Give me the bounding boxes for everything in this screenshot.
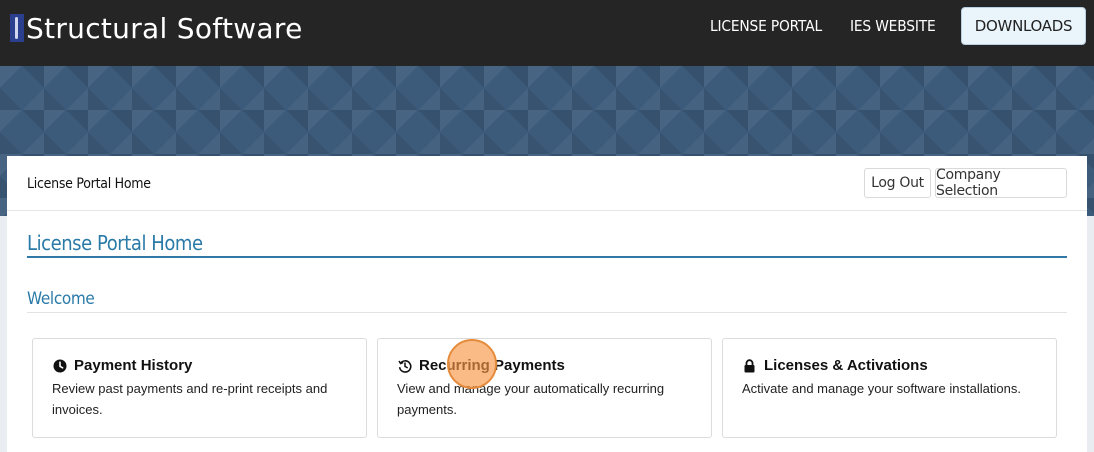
brand-logo[interactable]: Structural Software bbox=[10, 11, 303, 45]
history-icon bbox=[397, 358, 412, 373]
nav-license-portal[interactable]: LICENSE PORTAL bbox=[710, 17, 822, 35]
clock-icon bbox=[52, 358, 67, 373]
logout-button[interactable]: Log Out bbox=[864, 168, 931, 198]
page-title: License Portal Home bbox=[27, 231, 203, 255]
breadcrumb: License Portal Home bbox=[27, 176, 151, 192]
brand-name: Structural Software bbox=[26, 11, 303, 45]
tile-licenses-activations[interactable]: Licenses & Activations Activate and mana… bbox=[722, 338, 1057, 438]
welcome-heading: Welcome bbox=[27, 289, 95, 309]
tile-title: Licenses & Activations bbox=[764, 357, 928, 374]
company-selection-button[interactable]: Company Selection bbox=[935, 167, 1067, 199]
top-navbar: Structural Software LICENSE PORTAL IES W… bbox=[0, 0, 1094, 66]
tile-title: Payment History bbox=[74, 357, 193, 374]
tile-header: Licenses & Activations bbox=[742, 357, 1037, 374]
tile-payment-history[interactable]: Payment History Review past payments and… bbox=[32, 338, 367, 438]
tile-description: Review past payments and re-print receip… bbox=[52, 381, 328, 417]
nav-ies-website[interactable]: IES WEBSITE bbox=[850, 17, 936, 35]
tile-header: Payment History bbox=[52, 357, 347, 374]
tile-recurring-payments[interactable]: Recurring Payments View and manage your … bbox=[377, 338, 712, 438]
tile-header: Recurring Payments bbox=[397, 357, 692, 374]
integral-logo-icon bbox=[10, 14, 24, 42]
tile-description: View and manage your automatically recur… bbox=[397, 381, 665, 417]
content-panel: License Portal Home Log Out Company Sele… bbox=[7, 156, 1087, 452]
title-divider bbox=[27, 256, 1067, 258]
welcome-divider bbox=[27, 312, 1067, 313]
downloads-button[interactable]: DOWNLOADS bbox=[961, 7, 1086, 45]
panel-header: License Portal Home Log Out Company Sele… bbox=[7, 156, 1087, 211]
tile-description: Activate and manage your software instal… bbox=[742, 381, 1021, 396]
click-indicator bbox=[447, 339, 497, 389]
lock-icon bbox=[742, 358, 757, 373]
